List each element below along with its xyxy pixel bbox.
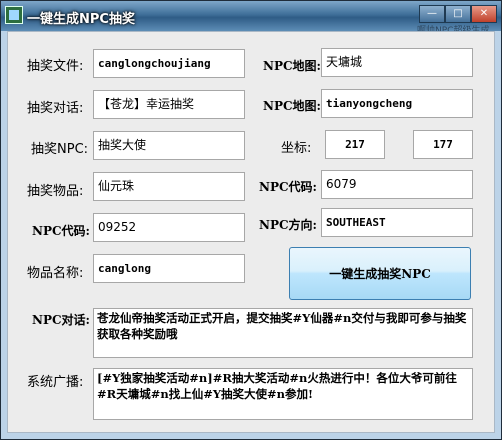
npc-dialog-textarea[interactable]: 苍龙仙帝抽奖活动正式开启，提交抽奖#Y仙器#n交付与我即可参与抽奖获取各种奖励哦: [93, 308, 473, 358]
generate-npc-button[interactable]: 一键生成抽奖NPC: [289, 247, 471, 300]
npc-map2-input[interactable]: tianyongcheng: [321, 89, 473, 118]
lottery-item-label: 抽奖物品:: [27, 184, 84, 199]
maximize-button[interactable]: □: [445, 5, 471, 23]
title-bar[interactable]: 一键生成NPC抽奖 — □ ✕ 啊帅NPC超级生成: [1, 1, 501, 36]
broadcast-textarea[interactable]: [#Y独家抽奖活动#n]#R抽大奖活动#n火热进行中！各位大爷可前往#R天墉城#…: [93, 368, 473, 420]
npc-map2-label: NPC地图:: [263, 99, 321, 113]
item-name-label: 物品名称:: [27, 266, 84, 281]
lottery-npc-input[interactable]: 抽奖大使: [93, 131, 245, 160]
lottery-item-input[interactable]: 仙元珠: [93, 172, 245, 201]
lottery-npc-label: 抽奖NPC:: [31, 142, 89, 157]
npc-code-left-label: NPC代码:: [32, 224, 90, 238]
coord-x-input[interactable]: 217: [325, 130, 385, 159]
lottery-dialog-label: 抽奖对话:: [27, 101, 84, 116]
npc-code-right-input[interactable]: 6079: [321, 170, 473, 199]
npc-map1-label: NPC地图:: [263, 59, 321, 73]
npc-direction-label: NPC方向:: [259, 218, 317, 232]
window-title: 一键生成NPC抽奖: [27, 12, 135, 27]
npc-code-right-label: NPC代码:: [259, 180, 317, 194]
npc-map1-input[interactable]: 天墉城: [321, 48, 473, 77]
app-window: 一键生成NPC抽奖 — □ ✕ 啊帅NPC超级生成 抽奖文件: canglong…: [0, 0, 502, 440]
lottery-file-input[interactable]: canglongchoujiang: [93, 49, 245, 78]
minimize-button[interactable]: —: [419, 5, 445, 23]
coords-label: 坐标:: [281, 141, 312, 156]
lottery-file-label: 抽奖文件:: [27, 59, 84, 74]
lottery-dialog-input[interactable]: 【苍龙】幸运抽奖: [93, 90, 245, 119]
app-icon: [5, 6, 23, 24]
npc-direction-input[interactable]: SOUTHEAST: [321, 208, 473, 237]
item-name-input[interactable]: canglong: [93, 254, 245, 283]
close-button[interactable]: ✕: [471, 5, 497, 23]
npc-dialog-label: NPC对话:: [32, 313, 90, 327]
npc-code-left-input[interactable]: 09252: [93, 213, 245, 242]
broadcast-label: 系统广播:: [27, 375, 84, 390]
coord-y-input[interactable]: 177: [413, 130, 473, 159]
